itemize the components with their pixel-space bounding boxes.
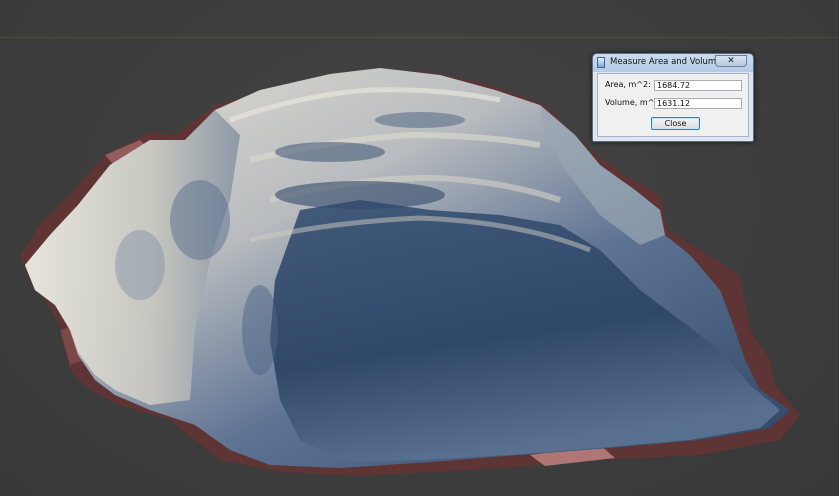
dialog-body: Area, m^2: 1684.72 Volume, m^3: 1631.12 … bbox=[597, 73, 749, 137]
close-icon[interactable]: ✕ bbox=[715, 55, 747, 67]
terrain-depression bbox=[170, 180, 230, 260]
terrain-depression bbox=[115, 230, 165, 300]
area-label: Area, m^2: bbox=[605, 80, 651, 89]
terrain-depression bbox=[275, 142, 385, 162]
volume-field[interactable]: 1631.12 bbox=[654, 98, 742, 109]
close-button[interactable]: Close bbox=[651, 117, 700, 130]
terrain-depression bbox=[375, 112, 465, 128]
terrain-depression bbox=[242, 285, 278, 375]
3d-viewport[interactable]: Measure Area and Volume ✕ Area, m^2: 168… bbox=[0, 0, 839, 496]
app-icon bbox=[597, 57, 605, 68]
dialog-title: Measure Area and Volume bbox=[610, 57, 722, 67]
measure-dialog[interactable]: Measure Area and Volume ✕ Area, m^2: 168… bbox=[592, 53, 754, 142]
terrain-depression bbox=[275, 181, 445, 209]
area-field[interactable]: 1684.72 bbox=[654, 80, 742, 91]
dialog-titlebar[interactable]: Measure Area and Volume ✕ bbox=[593, 54, 753, 72]
